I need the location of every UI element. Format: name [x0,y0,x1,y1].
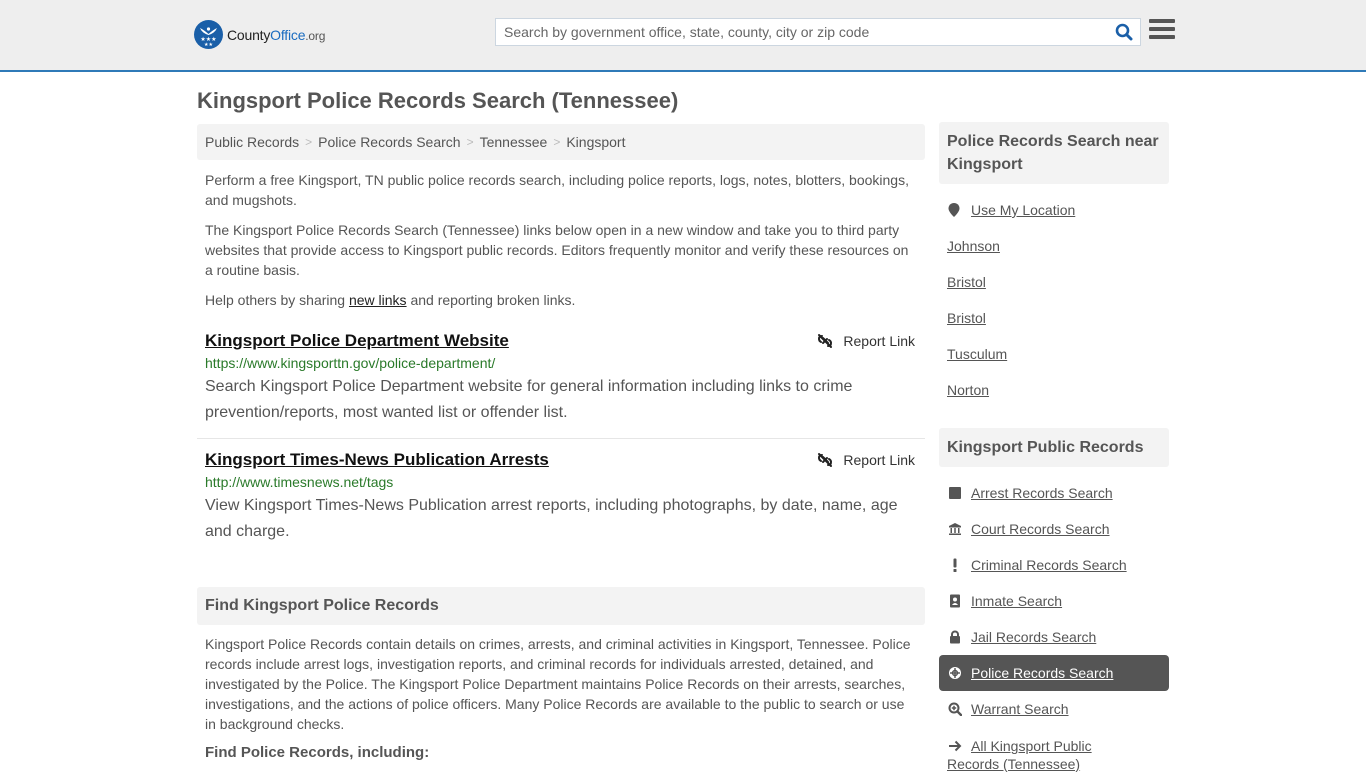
nearby-link-johnson[interactable]: Johnson [947,238,1000,254]
report-link-label: Report Link [843,452,915,468]
id-badge-icon [947,593,963,609]
sidebar-item-label[interactable]: Arrest Records Search [971,485,1113,501]
find-section-heading: Find Kingsport Police Records [197,587,925,625]
sidebar-item-jail-records[interactable]: Jail Records Search [939,619,1169,655]
search-icon [1115,23,1133,41]
nearby-item: Tusculum [947,336,1161,372]
sidebar-item-label[interactable]: Inmate Search [971,593,1062,609]
map-pin-icon [948,203,960,217]
sidebar-item-label[interactable]: Criminal Records Search [971,557,1127,573]
nearby-heading: Police Records Search near Kingsport [939,122,1169,184]
broken-link-icon [818,334,833,348]
site-header: ★★★ ★★ CountyOffice.org [0,0,1366,72]
lock-icon [947,629,963,645]
logo-office: Office [270,26,306,43]
breadcrumb-public-records[interactable]: Public Records [205,134,299,150]
report-link-button[interactable]: Report Link [817,449,915,471]
result-title-link[interactable]: Kingsport Police Department Website [205,330,509,352]
square-icon [947,485,963,501]
sidebar-item-criminal-records[interactable]: Criminal Records Search [939,547,1169,583]
use-my-location-link[interactable]: Use My Location [971,202,1075,218]
nearby-item: Johnson [947,228,1161,264]
share-text: Help others by sharing [205,292,349,308]
nearby-item: Norton [947,372,1161,408]
breadcrumb-tennessee[interactable]: Tennessee [480,134,548,150]
search-button[interactable] [1108,19,1140,45]
sidebar-item-label[interactable]: Court Records Search [971,521,1110,537]
result-item: Kingsport Police Department Website Repo… [197,330,925,439]
svg-text:★★: ★★ [204,42,213,48]
main-content: Public Records > Police Records Search >… [197,124,925,761]
sidebar-item-police-records[interactable]: Police Records Search [939,655,1169,691]
search-input[interactable] [496,19,1108,45]
broken-link-icon [818,453,833,467]
find-section-subheading: Find Police Records, including: [205,744,430,761]
share-links-paragraph: Help others by sharing new links and rep… [197,290,925,310]
intro: Perform a free Kingsport, TN public poli… [197,170,925,310]
crosshairs-icon [947,665,963,681]
exclamation-icon [947,557,963,573]
find-section-body: Kingsport Police Records contain details… [205,636,911,732]
logo-county: County [227,26,271,43]
share-text: and reporting broken links. [406,292,576,308]
public-records-heading: Kingsport Public Records [939,428,1169,467]
result-description: View Kingsport Times-News Publication ar… [205,497,898,540]
intro-paragraph: The Kingsport Police Records Search (Ten… [205,222,909,278]
report-link-label: Report Link [843,333,915,349]
report-link-button[interactable]: Report Link [817,330,915,352]
sidebar-item-inmate-search[interactable]: Inmate Search [939,583,1169,619]
site-logo[interactable]: ★★★ ★★ CountyOffice.org [194,20,325,49]
sidebar-item-all-public-records[interactable]: All Kingsport Public Records (Tennessee) [939,727,1169,773]
nearby-item: Bristol [947,264,1161,300]
use-location-item: Use My Location [947,192,1161,228]
nearby-item: Bristol [947,300,1161,336]
breadcrumb-separator: > [553,135,561,149]
logo-text: CountyOffice.org [227,27,325,43]
breadcrumb-police-records-search[interactable]: Police Records Search [318,134,460,150]
sidebar-item-label[interactable]: Police Records Search [971,665,1113,681]
breadcrumb-separator: > [305,135,313,149]
breadcrumb-kingsport[interactable]: Kingsport [566,134,625,150]
breadcrumb-separator: > [466,135,474,149]
nearby-link-tusculum[interactable]: Tusculum [947,346,1007,362]
hamburger-menu-icon[interactable] [1149,19,1175,43]
sidebar-item-court-records[interactable]: Court Records Search [939,511,1169,547]
logo-org: .org [305,28,326,43]
eagle-stars-logo-icon: ★★★ ★★ [194,20,223,49]
public-records-list: Arrest Records Search Court Records Sear… [939,475,1169,773]
result-url: http://www.timesnews.net/tags [205,474,394,490]
sidebar-item-label[interactable]: Jail Records Search [971,629,1096,645]
nearby-link-norton[interactable]: Norton [947,382,989,398]
sidebar: Police Records Search near Kingsport Use… [939,122,1169,773]
result-title-link[interactable]: Kingsport Times-News Publication Arrests [205,449,549,471]
result-item: Kingsport Times-News Publication Arrests… [197,449,925,545]
breadcrumb: Public Records > Police Records Search >… [197,124,925,160]
result-url: https://www.kingsporttn.gov/police-depar… [205,355,496,371]
result-description: Search Kingsport Police Department websi… [205,378,853,421]
search-plus-icon [947,701,963,717]
nearby-list: Use My Location Johnson Bristol Bristol … [939,192,1169,408]
new-links-link[interactable]: new links [349,292,407,308]
courthouse-icon [947,521,963,537]
search-box [495,18,1141,46]
intro-paragraph: Perform a free Kingsport, TN public poli… [205,172,909,208]
nearby-link-bristol[interactable]: Bristol [947,274,986,290]
nearby-link-bristol[interactable]: Bristol [947,310,986,326]
sidebar-item-arrest-records[interactable]: Arrest Records Search [939,475,1169,511]
sidebar-item-label[interactable]: Warrant Search [971,701,1069,717]
page-title: Kingsport Police Records Search (Tenness… [197,88,679,113]
sidebar-item-warrant-search[interactable]: Warrant Search [939,691,1169,727]
